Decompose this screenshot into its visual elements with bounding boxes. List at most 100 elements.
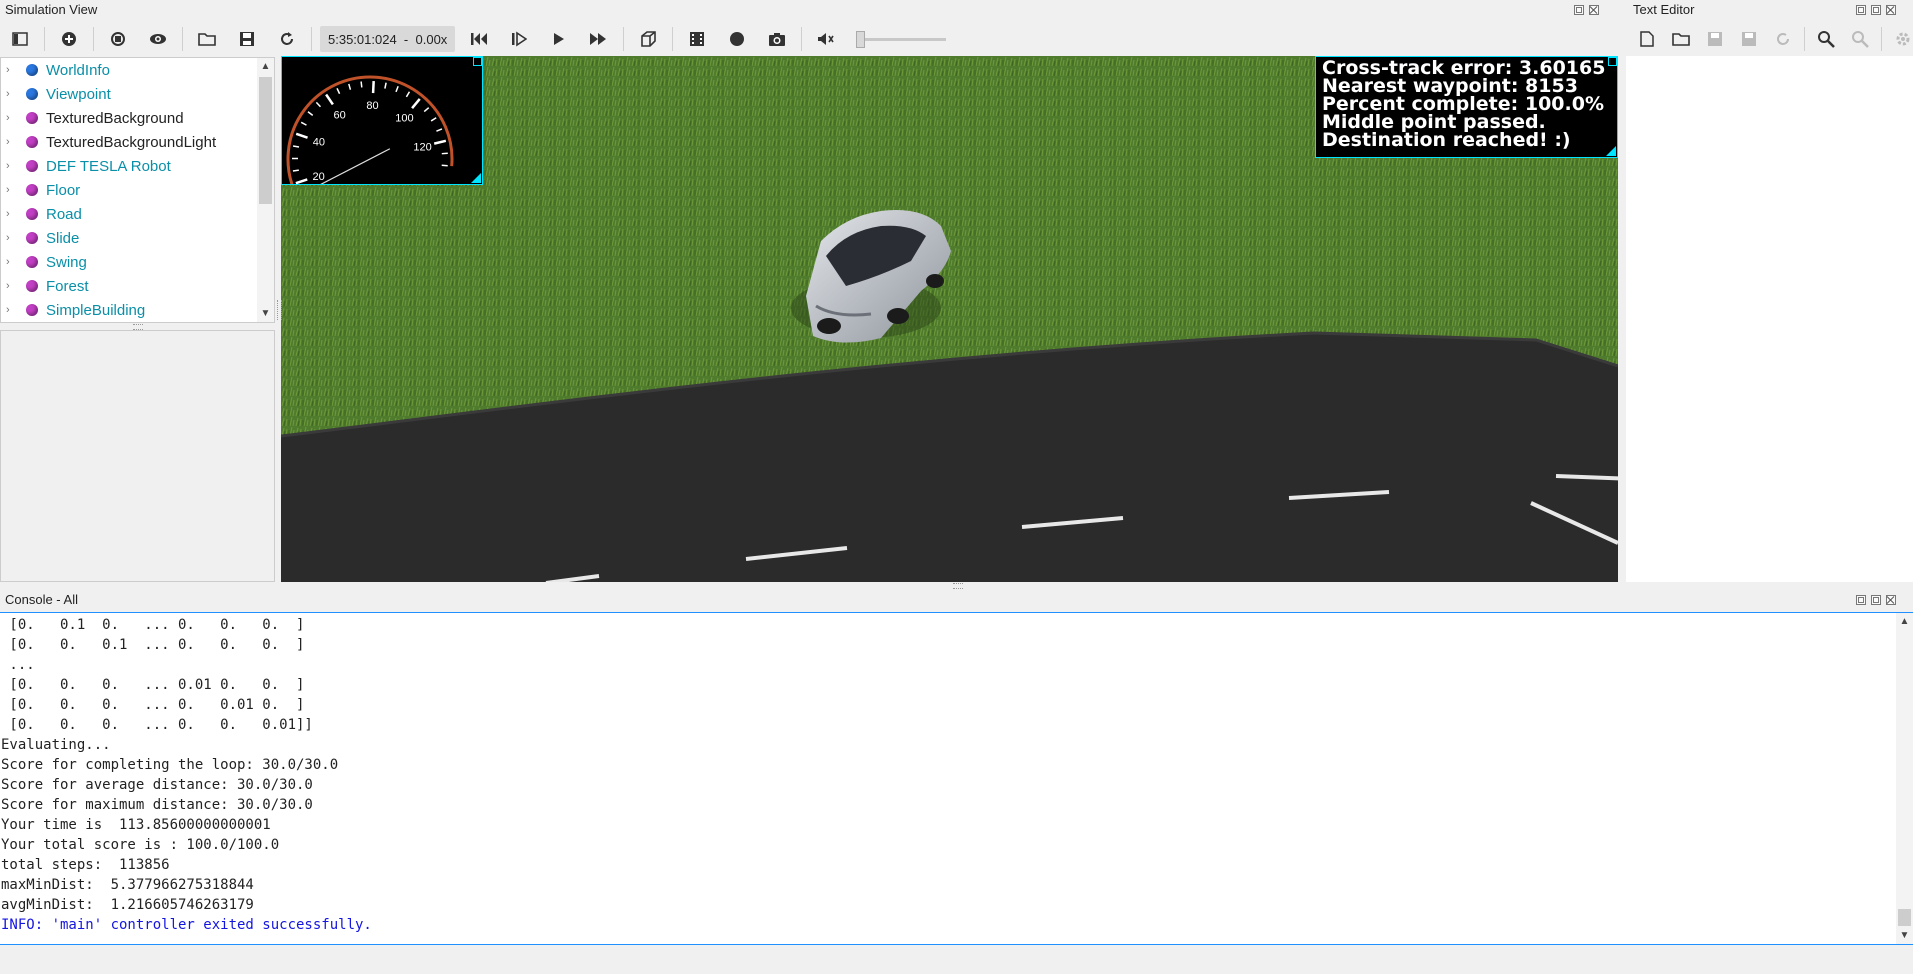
scene-tree-item[interactable]: › SimpleBuilding bbox=[1, 298, 274, 322]
revert-icon[interactable] bbox=[1768, 24, 1798, 54]
gauge-tick bbox=[292, 169, 299, 172]
status-overlay[interactable]: Cross-track error: 3.60165 Nearest waypo… bbox=[1315, 56, 1618, 158]
expand-arrow-icon[interactable]: › bbox=[6, 64, 14, 76]
speedometer-overlay[interactable]: 020406080100120 bbox=[281, 56, 483, 228]
overlay-resize-icon[interactable] bbox=[1606, 146, 1616, 156]
mute-icon[interactable] bbox=[811, 24, 841, 54]
scene-tree-item[interactable]: › Viewpoint bbox=[1, 82, 274, 106]
new-file-icon[interactable] bbox=[1632, 24, 1662, 54]
record-movie-icon[interactable] bbox=[682, 24, 712, 54]
volume-slider[interactable] bbox=[856, 29, 947, 49]
record-icon[interactable] bbox=[722, 24, 752, 54]
expand-arrow-icon[interactable]: › bbox=[6, 304, 14, 316]
close-icon[interactable] bbox=[1589, 5, 1599, 15]
simulation-time-display: 5:35:01:024 - 0.00x bbox=[320, 26, 456, 52]
scene-tree-item[interactable]: › DEF TESLA Robot bbox=[1, 154, 274, 178]
speedometer-gauge: 020406080100120 bbox=[286, 75, 454, 228]
console-line: Your time is 113.85600000000001 bbox=[1, 817, 271, 833]
simulation-speed: 0.00x bbox=[415, 31, 448, 47]
overlay-close-icon[interactable] bbox=[1608, 57, 1617, 66]
toolbar-separator bbox=[44, 27, 45, 51]
save-world-icon[interactable] bbox=[232, 24, 262, 54]
open-world-icon[interactable] bbox=[192, 24, 222, 54]
scroll-down-icon[interactable]: ▼ bbox=[1896, 927, 1913, 944]
scroll-down-icon[interactable]: ▼ bbox=[257, 305, 274, 322]
overlay-close-icon[interactable] bbox=[473, 57, 482, 66]
save-all-icon[interactable] bbox=[1734, 24, 1764, 54]
node-type-icon bbox=[26, 280, 38, 292]
find-replace-icon[interactable] bbox=[1845, 24, 1875, 54]
close-icon[interactable] bbox=[1886, 5, 1896, 15]
volume-slider-thumb[interactable] bbox=[856, 31, 866, 48]
fast-forward-icon[interactable] bbox=[584, 24, 614, 54]
toolbar-separator bbox=[623, 27, 625, 51]
scene-tree-item-label: WorldInfo bbox=[46, 61, 110, 79]
text-editor-toolbar bbox=[1630, 22, 1913, 56]
float-icon[interactable] bbox=[1574, 5, 1584, 15]
scene-tree-item[interactable]: › Road bbox=[1, 202, 274, 226]
view-icon[interactable] bbox=[143, 24, 173, 54]
expand-arrow-icon[interactable]: › bbox=[6, 280, 14, 292]
horizontal-splitter-handle[interactable] bbox=[953, 583, 963, 589]
scene-tree-item-label: TexturedBackground bbox=[46, 109, 184, 127]
expand-arrow-icon[interactable]: › bbox=[6, 184, 14, 196]
revert-world-icon[interactable] bbox=[272, 24, 302, 54]
console-line: ... bbox=[1, 657, 35, 673]
scroll-up-icon[interactable]: ▲ bbox=[1896, 613, 1913, 630]
scene-tree-item[interactable]: › TexturedBackgroundLight bbox=[1, 130, 274, 154]
console-output[interactable]: [0. 0.1 0. ... 0. 0. 0. ] [0. 0. 0.1 ...… bbox=[0, 612, 1913, 945]
open-file-icon[interactable] bbox=[1666, 24, 1696, 54]
toggle-scene-tree-icon[interactable] bbox=[5, 24, 35, 54]
vertical-splitter-handle[interactable] bbox=[277, 300, 282, 320]
reload-world-icon[interactable] bbox=[103, 24, 133, 54]
3d-view[interactable]: 020406080100120 Cross-track error: 3.601… bbox=[281, 56, 1618, 582]
expand-arrow-icon[interactable]: › bbox=[6, 136, 14, 148]
toolbar-separator bbox=[672, 27, 674, 51]
expand-arrow-icon[interactable]: › bbox=[6, 88, 14, 100]
scene-tree-item[interactable]: › WorldInfo bbox=[1, 58, 274, 82]
save-file-icon[interactable] bbox=[1700, 24, 1730, 54]
step-icon[interactable] bbox=[504, 24, 534, 54]
gauge-tick bbox=[405, 91, 411, 98]
console-scroll-thumb[interactable] bbox=[1898, 909, 1911, 926]
expand-arrow-icon[interactable]: › bbox=[6, 160, 14, 172]
scene-tree-scrollbar[interactable]: ▲ ▼ bbox=[257, 58, 274, 322]
play-icon[interactable] bbox=[544, 24, 574, 54]
overlay-resize-icon[interactable] bbox=[471, 173, 481, 183]
maximize-icon[interactable] bbox=[1871, 5, 1881, 15]
expand-arrow-icon[interactable]: › bbox=[6, 208, 14, 220]
scene-tree-item[interactable]: › Swing bbox=[1, 250, 274, 274]
maximize-icon[interactable] bbox=[1871, 595, 1881, 605]
close-icon[interactable] bbox=[1886, 595, 1896, 605]
console-scrollbar[interactable]: ▲ ▼ bbox=[1896, 613, 1913, 944]
gauge-tick-label: 60 bbox=[333, 109, 345, 121]
view-3d-icon[interactable] bbox=[633, 24, 663, 54]
console-window-buttons bbox=[1856, 590, 1896, 610]
settings-icon[interactable] bbox=[1888, 24, 1913, 54]
scene-tree-item-label: Swing bbox=[46, 253, 87, 271]
toolbar-separator bbox=[1881, 27, 1882, 51]
gauge-tick bbox=[395, 85, 399, 93]
scene-tree-item-label: Slide bbox=[46, 229, 80, 247]
reset-simulation-icon[interactable] bbox=[464, 24, 494, 54]
gauge-tick bbox=[411, 98, 421, 109]
expand-arrow-icon[interactable]: › bbox=[6, 112, 14, 124]
scene-tree-item-label: Road bbox=[46, 205, 82, 223]
toolbar-separator bbox=[1804, 27, 1805, 51]
find-icon[interactable] bbox=[1811, 24, 1841, 54]
expand-arrow-icon[interactable]: › bbox=[6, 256, 14, 268]
scene-tree-item[interactable]: › Slide bbox=[1, 226, 274, 250]
float-icon[interactable] bbox=[1856, 595, 1866, 605]
scene-tree-item[interactable]: › Floor bbox=[1, 178, 274, 202]
expand-arrow-icon[interactable]: › bbox=[6, 232, 14, 244]
add-node-icon[interactable] bbox=[54, 24, 84, 54]
scene-tree-scroll-thumb[interactable] bbox=[259, 77, 272, 204]
screenshot-icon[interactable] bbox=[762, 24, 792, 54]
text-editor-area[interactable] bbox=[1626, 56, 1913, 582]
scroll-up-icon[interactable]: ▲ bbox=[257, 58, 274, 75]
text-editor-title: Text Editor bbox=[1633, 2, 1695, 17]
toolbar-separator bbox=[93, 27, 94, 51]
scene-tree-item[interactable]: › Forest bbox=[1, 274, 274, 298]
scene-tree-item[interactable]: › TexturedBackground bbox=[1, 106, 274, 130]
float-icon[interactable] bbox=[1856, 5, 1866, 15]
